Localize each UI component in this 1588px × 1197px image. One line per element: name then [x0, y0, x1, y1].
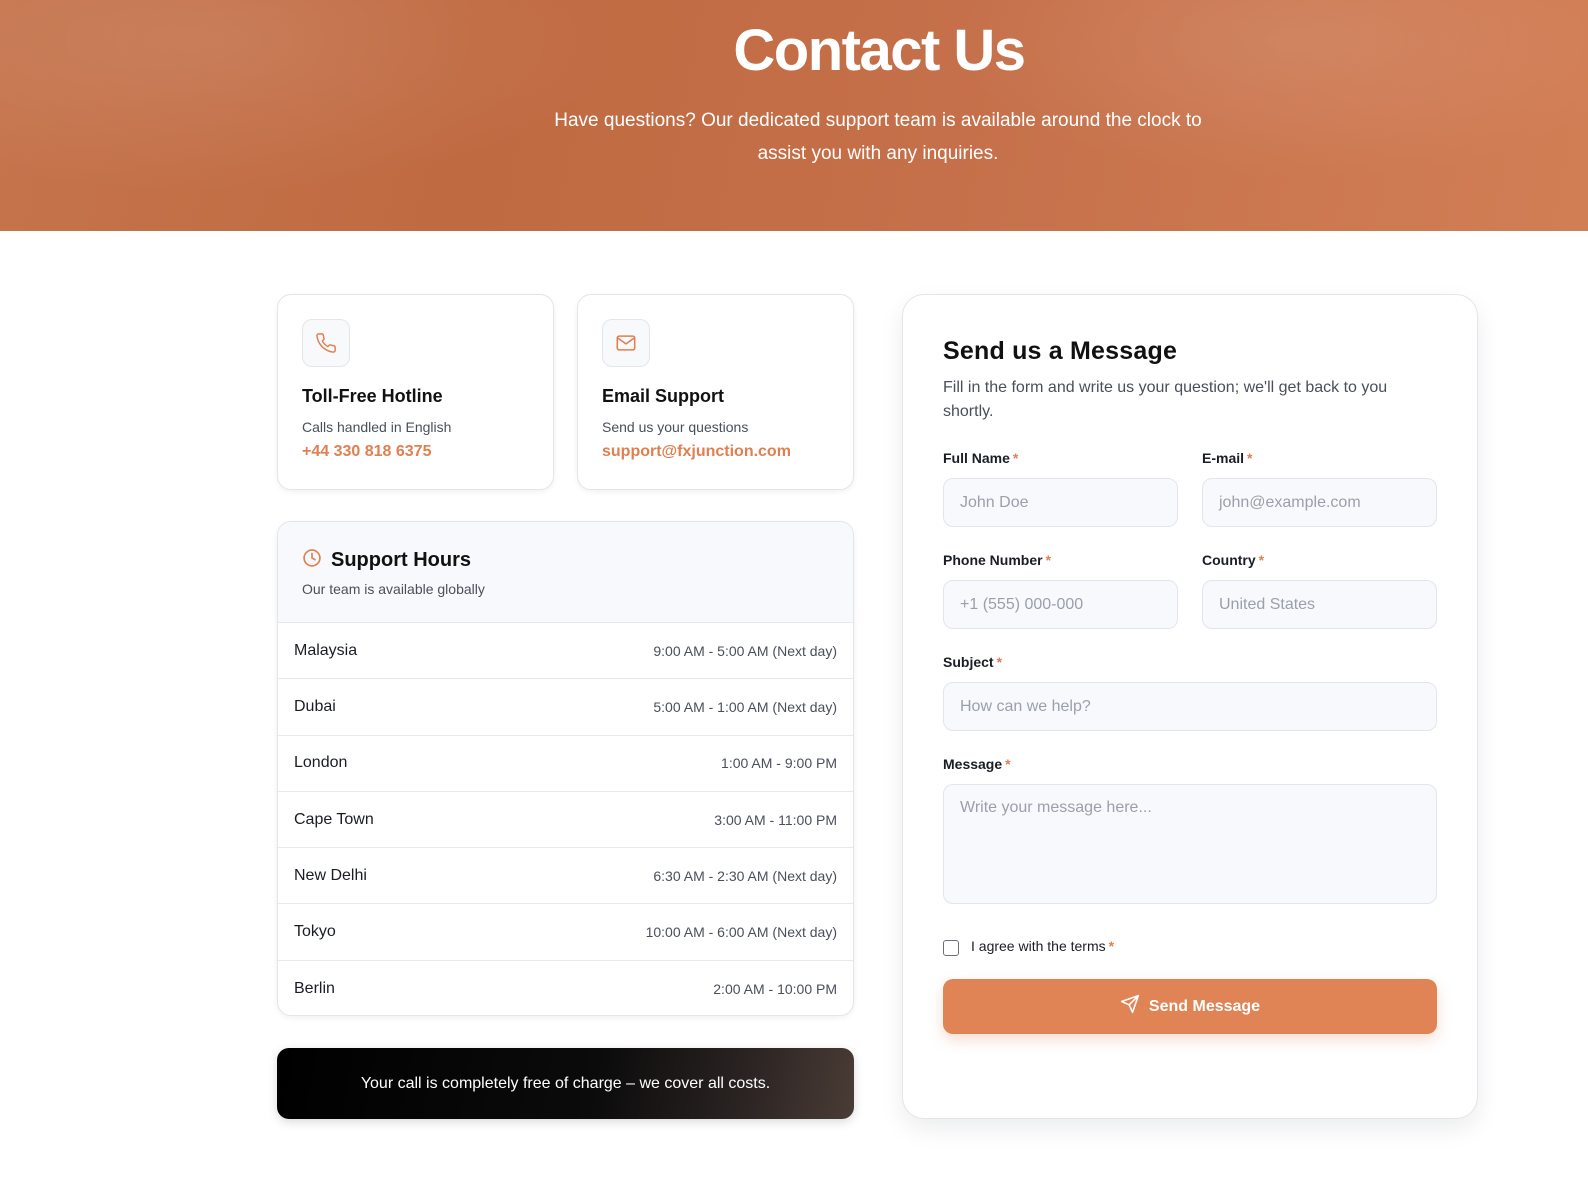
required-mark: * — [1258, 552, 1265, 568]
country-value: United States — [1219, 595, 1316, 613]
full-name-placeholder: John Doe — [960, 493, 1029, 511]
email-input[interactable]: john@example.com — [1202, 478, 1437, 527]
free-call-banner: Your call is completely free of charge –… — [277, 1048, 854, 1119]
email-placeholder: john@example.com — [1219, 493, 1361, 511]
city-name: Dubai — [294, 697, 336, 715]
support-hours-subtitle: Our team is available globally — [302, 581, 485, 597]
country-select[interactable]: United States — [1202, 580, 1437, 629]
required-mark: * — [996, 654, 1003, 670]
full-name-input[interactable]: John Doe — [943, 478, 1178, 527]
page-title: Contact Us — [733, 18, 1026, 83]
required-mark: * — [1247, 450, 1253, 466]
required-mark: * — [1045, 552, 1052, 568]
hours-row: Malaysia 9:00 AM - 5:00 AM (Next day) — [278, 623, 853, 680]
hotline-card: Toll-Free Hotline Calls handled in Engli… — [277, 294, 554, 490]
hours-time: 10:00 AM - 6:00 AM (Next day) — [645, 924, 837, 941]
page-subtitle: Have questions? Our dedicated support te… — [554, 110, 1202, 164]
city-name: Berlin — [294, 979, 335, 997]
hours-time: 5:00 AM - 1:00 AM (Next day) — [653, 698, 837, 715]
hours-row: Dubai 5:00 AM - 1:00 AM (Next day) — [278, 679, 853, 736]
hotline-title: Toll-Free Hotline — [302, 386, 443, 406]
form-title: Send us a Message — [943, 337, 1178, 365]
city-name: London — [294, 754, 348, 772]
hours-time: 9:00 AM - 5:00 AM (Next day) — [653, 642, 837, 659]
phone-icon — [302, 319, 350, 367]
hours-time: 3:00 AM - 11:00 PM — [714, 811, 837, 828]
hours-row: Cape Town 3:00 AM - 11:00 PM — [278, 792, 853, 849]
mail-icon — [602, 319, 650, 367]
email-card: Email Support Send us your questions sup… — [577, 294, 854, 490]
phone-label: Phone Number * — [943, 552, 1052, 568]
message-label: Message * — [943, 756, 1011, 772]
required-mark: * — [1012, 450, 1019, 466]
hours-time: 2:00 AM - 10:00 PM — [713, 980, 837, 997]
hero-banner: Contact Us Have questions? Our dedicated… — [0, 0, 1588, 231]
email-subtitle: Send us your questions — [602, 419, 749, 435]
required-mark: * — [1108, 938, 1115, 954]
terms-checkbox[interactable] — [943, 940, 959, 956]
email-title: Email Support — [602, 386, 725, 406]
subject-placeholder: How can we help? — [960, 697, 1091, 715]
hours-row: Berlin 2:00 AM - 10:00 PM — [278, 961, 853, 1015]
city-name: Cape Town — [294, 810, 374, 828]
support-hours-header: Support Hours Our team is available glob… — [278, 522, 853, 623]
email-label: E-mail * — [1202, 450, 1253, 466]
hours-row: Tokyo 10:00 AM - 6:00 AM (Next day) — [278, 904, 853, 961]
message-textarea[interactable]: Write your message here... — [943, 784, 1437, 904]
required-mark: * — [1005, 756, 1011, 772]
hours-time: 6:30 AM - 2:30 AM (Next day) — [653, 867, 837, 884]
email-link[interactable]: support@fxjunction.com — [602, 443, 829, 461]
subject-input[interactable]: How can we help? — [943, 682, 1437, 731]
phone-input[interactable]: +1 (555) 000-000 — [943, 580, 1178, 629]
free-call-text: Your call is completely free of charge –… — [360, 1074, 771, 1092]
full-name-label: Full Name * — [943, 450, 1019, 466]
hours-time: 1:00 AM - 9:00 PM — [721, 755, 837, 772]
support-hours-card: Support Hours Our team is available glob… — [277, 521, 854, 1016]
hotline-subtitle: Calls handled in English — [302, 419, 452, 435]
send-message-label: Send Message — [1148, 997, 1261, 1015]
hours-row: London 1:00 AM - 9:00 PM — [278, 736, 853, 792]
message-form-card: Send us a Message Fill in the form and w… — [902, 294, 1478, 1119]
city-name: Tokyo — [294, 923, 336, 941]
terms-label: I agree with the terms * — [971, 938, 1115, 954]
send-icon — [1120, 994, 1140, 1019]
hours-row: New Delhi 6:30 AM - 2:30 AM (Next day) — [278, 848, 853, 905]
country-label: Country * — [1202, 552, 1265, 568]
send-message-button[interactable]: Send Message — [943, 979, 1437, 1034]
city-name: Malaysia — [294, 641, 358, 659]
city-name: New Delhi — [294, 866, 367, 884]
support-hours-title: Support Hours — [331, 549, 471, 571]
form-intro: Fill in the form and write us your quest… — [943, 379, 1388, 420]
subject-label: Subject * — [943, 654, 1003, 670]
phone-placeholder: +1 (555) 000-000 — [960, 595, 1084, 613]
hotline-phone-link[interactable]: +44 330 818 6375 — [302, 443, 529, 461]
message-placeholder: Write your message here... — [960, 799, 1152, 816]
clock-icon — [302, 548, 322, 573]
